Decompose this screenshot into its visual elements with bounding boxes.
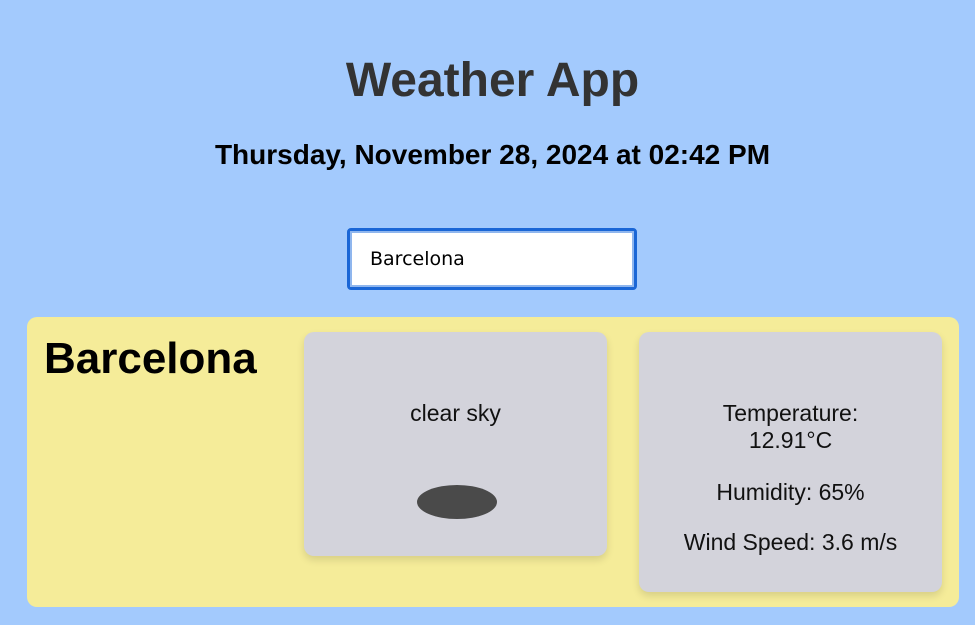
temperature-detail: Temperature: 12.91°C bbox=[639, 400, 942, 454]
weather-details-card: Temperature: 12.91°C Humidity: 65% Wind … bbox=[639, 332, 942, 592]
weather-description-card: clear sky bbox=[304, 332, 607, 556]
humidity-detail: Humidity: 65% bbox=[716, 479, 865, 505]
weather-description: clear sky bbox=[410, 400, 501, 426]
app-title: Weather App bbox=[345, 54, 640, 107]
weather-panel: Barcelona clear sky Temperature: 12.91°C… bbox=[27, 317, 959, 607]
city-name: Barcelona bbox=[44, 334, 257, 383]
clear-sky-icon bbox=[417, 485, 497, 519]
current-datetime: Thursday, November 28, 2024 at 02:42 PM bbox=[214, 139, 771, 170]
temperature-value: 12.91°C bbox=[748, 427, 833, 453]
city-search-input[interactable] bbox=[347, 228, 637, 290]
wind-speed-detail: Wind Speed: 3.6 m/s bbox=[683, 529, 898, 555]
temperature-label: Temperature: bbox=[722, 400, 859, 426]
